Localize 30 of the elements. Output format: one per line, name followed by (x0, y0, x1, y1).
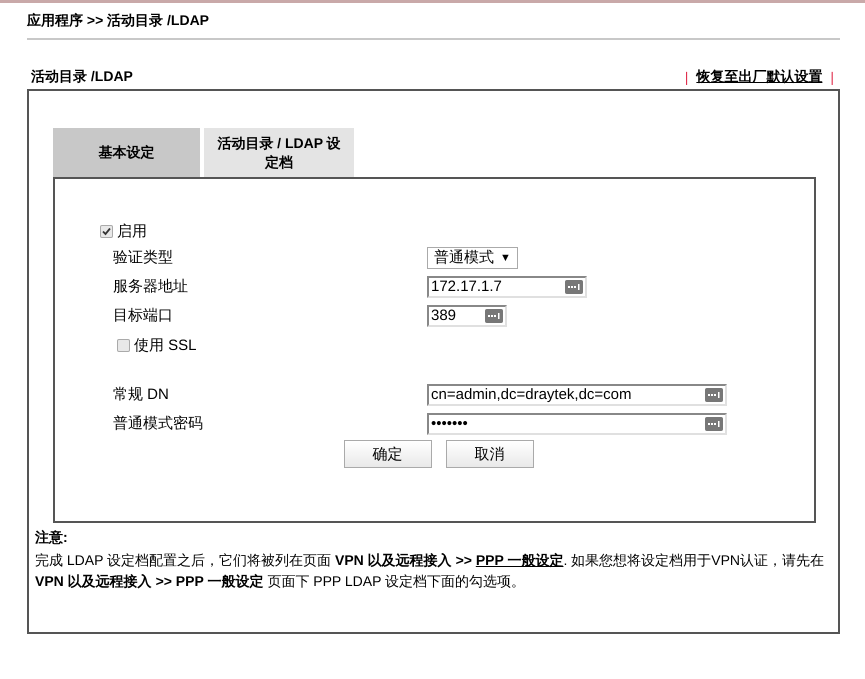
field-label: 常规 DN (112, 385, 170, 404)
field-label: 服务器地址 (112, 277, 189, 296)
checkbox-label: 启用 (117, 222, 147, 240)
tab[interactable]: 活动目录 / LDAP 设定档 (204, 128, 354, 177)
input-field[interactable]: cn=admin,dc=draytek,dc=com (427, 384, 727, 406)
separator: | (830, 69, 834, 85)
input-field[interactable]: ••••••• (427, 412, 727, 434)
input-field[interactable]: 389 (427, 304, 507, 326)
input-field[interactable]: 172.17.1.7 (427, 276, 587, 298)
field-label: 普通模式密码 (112, 414, 204, 433)
checkbox-label: 使用 SSL (134, 336, 197, 354)
keyboard-icon[interactable] (485, 308, 503, 322)
checkbox[interactable] (100, 224, 113, 238)
field-label: 验证类型 (112, 248, 174, 267)
cancel-button[interactable]: 取消 (446, 440, 534, 468)
keyboard-icon[interactable] (705, 416, 723, 430)
restore-defaults-link[interactable]: 恢复至出厂默认设置 (696, 68, 822, 86)
dropdown[interactable]: 普通模式 ▼ (427, 246, 518, 268)
field-label: 目标端口 (112, 306, 174, 325)
checkbox[interactable] (117, 338, 130, 352)
keyboard-icon[interactable] (565, 280, 583, 294)
note-title: 注意: (35, 529, 69, 547)
ok-button[interactable]: 确定 (344, 440, 432, 468)
note-text: 完成 LDAP 设定档配置之后，它们将被列在页面 VPN 以及远程接入 >> PPP 一般设定. 如果您想将设定档用于VPN认证，请先在 VPN 以及远程接入 >> PPP 一般设定 页面下 PPP LDAP 设定档下面的勾选项。 (35, 551, 826, 591)
separator: | (684, 69, 688, 85)
section-title: 活动目录 /LDAP (31, 68, 133, 86)
ppp-settings-link[interactable]: PPP 一般设定 (476, 552, 564, 568)
tab[interactable]: 基本设定 (53, 128, 200, 177)
keyboard-icon[interactable] (705, 388, 723, 402)
breadcrumb: 应用程序 >> 活动目录 /LDAP (27, 3, 840, 40)
